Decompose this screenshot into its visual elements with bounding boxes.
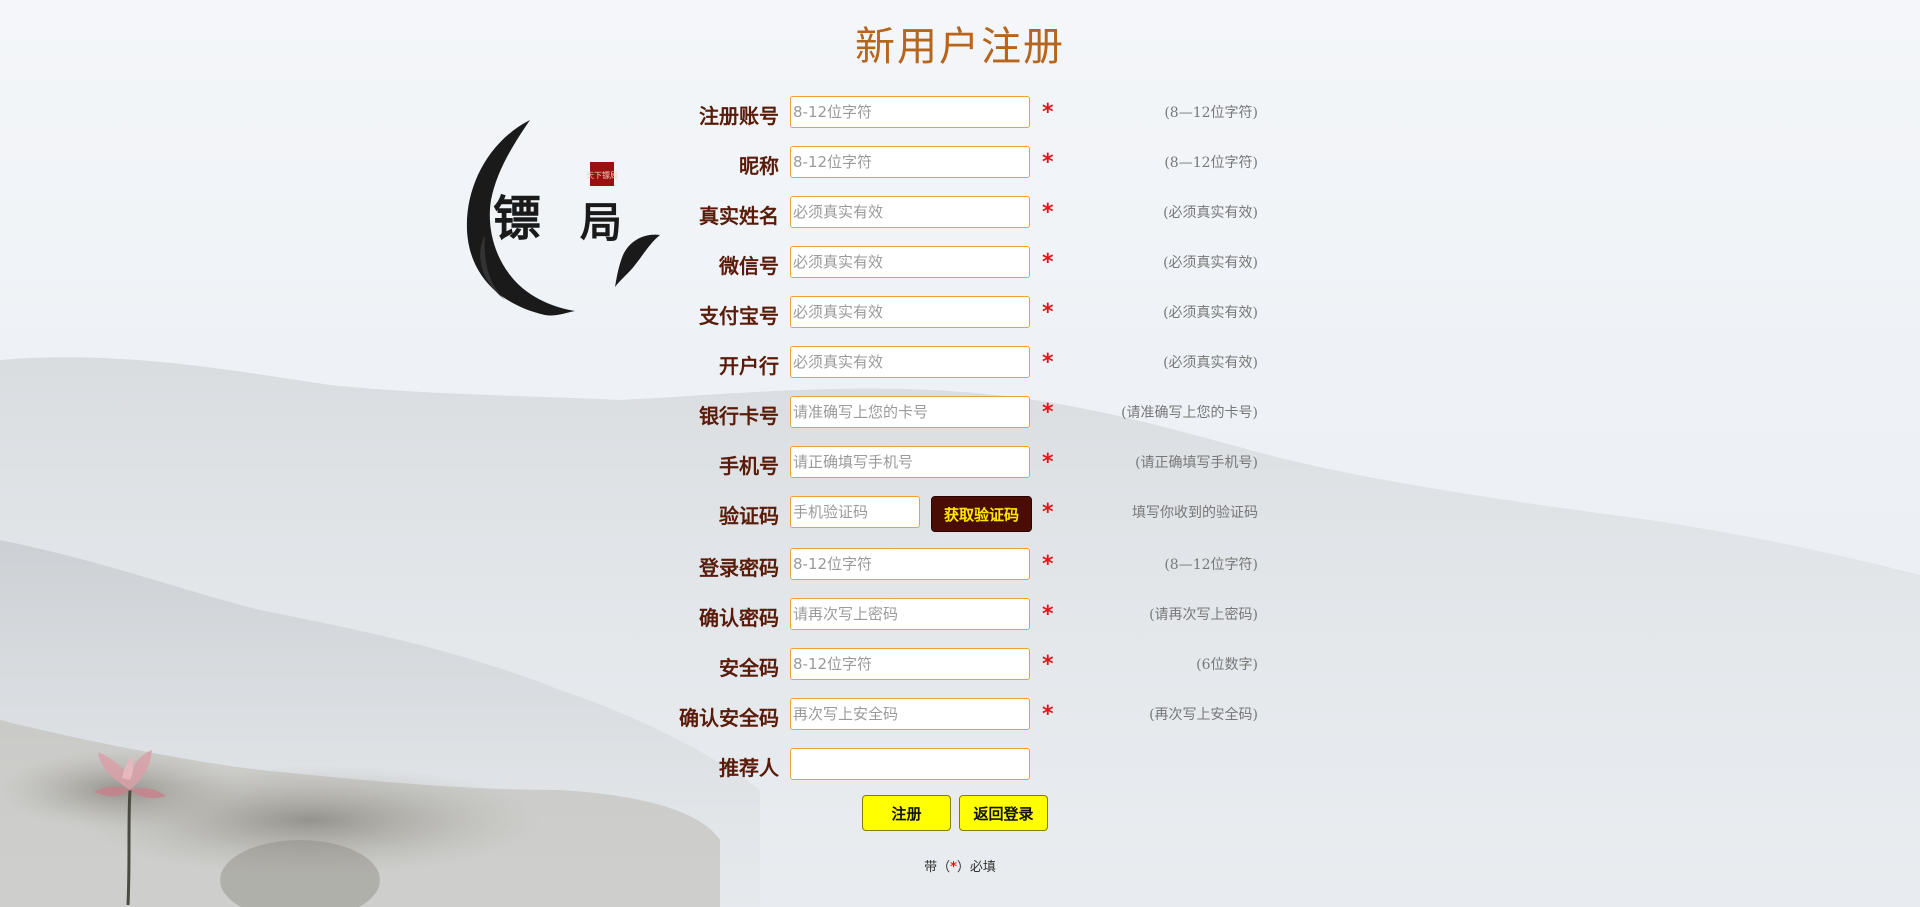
- required-star-icon: *: [1042, 200, 1054, 225]
- wechat-input[interactable]: [790, 246, 1030, 278]
- field-row-phone: 手机号 * (请正确填写手机号): [0, 446, 1920, 482]
- field-hint: (必须真实有效): [1163, 205, 1258, 221]
- note-star-icon: *: [950, 860, 957, 875]
- required-star-icon: *: [1042, 250, 1054, 275]
- field-label: 确认安全码: [679, 706, 779, 730]
- field-row-password: 登录密码 * (8—12位字符): [0, 548, 1920, 584]
- field-hint: (必须真实有效): [1163, 355, 1258, 371]
- field-label: 支付宝号: [699, 304, 779, 328]
- field-label: 手机号: [719, 454, 779, 478]
- field-hint: (请准确写上您的卡号): [1121, 405, 1258, 421]
- alipay-input[interactable]: [790, 296, 1030, 328]
- field-hint: (再次写上安全码): [1149, 707, 1258, 723]
- page-title: 新用户注册: [855, 24, 1065, 70]
- verify-code-input[interactable]: [790, 496, 920, 528]
- realname-input[interactable]: [790, 196, 1030, 228]
- password-input[interactable]: [790, 548, 1030, 580]
- field-label: 微信号: [719, 254, 779, 278]
- field-hint: (8—12位字符): [1164, 155, 1258, 171]
- field-row-nickname: 昵称 * (8—12位字符): [0, 146, 1920, 182]
- field-hint: (请再次写上密码): [1149, 607, 1258, 623]
- required-star-icon: *: [1042, 150, 1054, 175]
- field-row-referrer: 推荐人: [0, 748, 1920, 784]
- confirm-password-input[interactable]: [790, 598, 1030, 630]
- note-prefix: 带（: [924, 860, 951, 875]
- field-hint: (8—12位字符): [1164, 105, 1258, 121]
- field-hint: (请正确填写手机号): [1135, 455, 1258, 471]
- field-label: 安全码: [719, 656, 779, 680]
- required-note: 带（*）必填: [0, 856, 1920, 875]
- field-row-card: 银行卡号 * (请准确写上您的卡号): [0, 396, 1920, 432]
- field-label: 注册账号: [699, 104, 779, 128]
- field-label: 推荐人: [719, 756, 779, 780]
- field-hint: (6位数字): [1196, 657, 1258, 673]
- field-hint: (必须真实有效): [1163, 305, 1258, 321]
- field-label: 验证码: [719, 504, 779, 528]
- field-row-security-code: 安全码 * (6位数字): [0, 648, 1920, 684]
- field-row-wechat: 微信号 * (必须真实有效): [0, 246, 1920, 282]
- field-row-alipay: 支付宝号 * (必须真实有效): [0, 296, 1920, 332]
- bank-input[interactable]: [790, 346, 1030, 378]
- note-suffix: ）必填: [956, 860, 996, 875]
- referrer-input[interactable]: [790, 748, 1030, 780]
- field-label: 确认密码: [699, 606, 779, 630]
- back-to-login-button[interactable]: 返回登录: [959, 795, 1048, 831]
- bank-card-input[interactable]: [790, 396, 1030, 428]
- required-star-icon: *: [1042, 300, 1054, 325]
- phone-input[interactable]: [790, 446, 1030, 478]
- required-star-icon: *: [1042, 350, 1054, 375]
- account-input[interactable]: [790, 96, 1030, 128]
- field-label: 真实姓名: [699, 204, 779, 228]
- confirm-security-code-input[interactable]: [790, 698, 1030, 730]
- required-star-icon: *: [1042, 602, 1054, 627]
- field-hint: (8—12位字符): [1164, 557, 1258, 573]
- register-button[interactable]: 注册: [862, 795, 951, 831]
- field-row-realname: 真实姓名 * (必须真实有效): [0, 196, 1920, 232]
- security-code-input[interactable]: [790, 648, 1030, 680]
- get-code-button[interactable]: 获取验证码: [931, 496, 1032, 532]
- field-label: 银行卡号: [699, 404, 779, 428]
- nickname-input[interactable]: [790, 146, 1030, 178]
- field-row-verify-code: 验证码 获取验证码 * 填写你收到的验证码: [0, 496, 1920, 532]
- required-star-icon: *: [1042, 450, 1054, 475]
- field-label: 开户行: [719, 354, 779, 378]
- required-star-icon: *: [1042, 400, 1054, 425]
- field-row-confirm-security-code: 确认安全码 * (再次写上安全码): [0, 698, 1920, 734]
- required-star-icon: *: [1042, 702, 1054, 727]
- required-star-icon: *: [1042, 652, 1054, 677]
- field-hint: (必须真实有效): [1163, 255, 1258, 271]
- field-label: 昵称: [739, 154, 779, 178]
- field-label: 登录密码: [699, 556, 779, 580]
- field-row-confirm-password: 确认密码 * (请再次写上密码): [0, 598, 1920, 634]
- field-row-account: 注册账号 * (8—12位字符): [0, 96, 1920, 132]
- field-row-bank: 开户行 * (必须真实有效): [0, 346, 1920, 382]
- field-hint: 填写你收到的验证码: [1132, 505, 1258, 521]
- required-star-icon: *: [1042, 100, 1054, 125]
- required-star-icon: *: [1042, 552, 1054, 577]
- required-star-icon: *: [1042, 500, 1054, 525]
